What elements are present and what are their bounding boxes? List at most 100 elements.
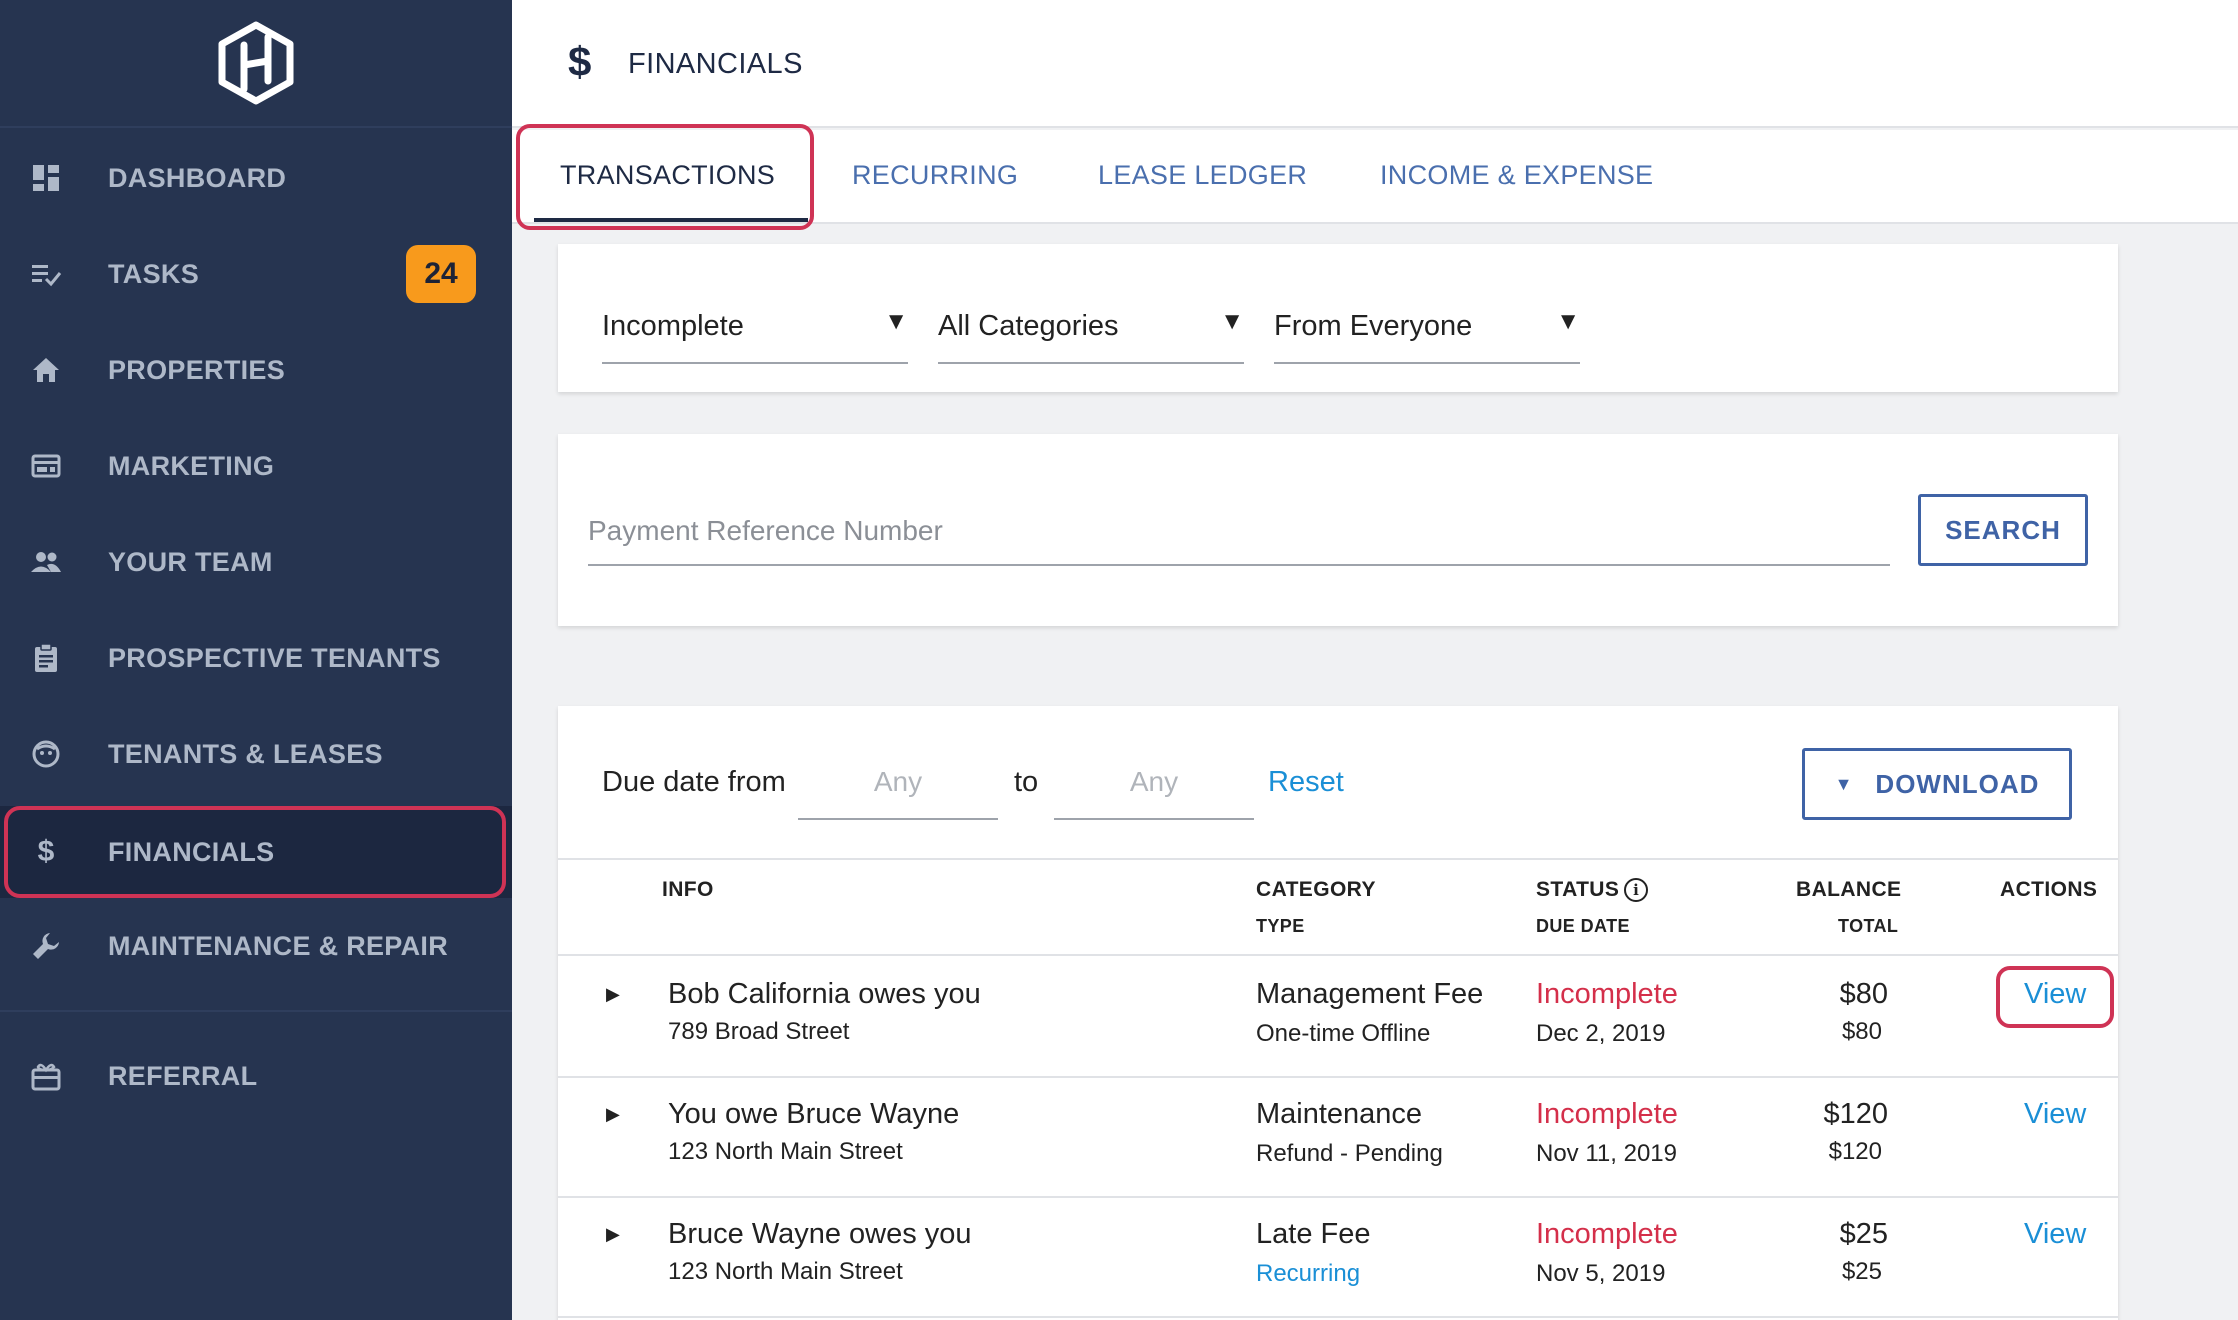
download-button[interactable]: ▼ DOWNLOAD bbox=[1802, 748, 2072, 820]
row-due-date: Nov 11, 2019 bbox=[1536, 1140, 1677, 1167]
home-icon bbox=[30, 354, 62, 386]
sidebar-item-dashboard[interactable]: DASHBOARD bbox=[0, 130, 512, 226]
caret-down-icon: ▼ bbox=[1556, 308, 1580, 335]
view-link[interactable]: View bbox=[2024, 1098, 2086, 1131]
sidebar-item-label: TENANTS & LEASES bbox=[108, 738, 383, 769]
tab-recurring[interactable]: RECURRING bbox=[852, 160, 1018, 191]
due-date-to-field[interactable]: Any bbox=[1054, 758, 1254, 820]
reset-link[interactable]: Reset bbox=[1268, 766, 1344, 799]
header-info: INFO bbox=[662, 878, 714, 901]
row-address: 123 North Main Street bbox=[668, 1138, 903, 1165]
row-address: 789 Broad Street bbox=[668, 1018, 850, 1045]
row-total: $25 bbox=[1841, 1258, 1882, 1285]
status-filter-select[interactable]: Incomplete ▼ bbox=[602, 308, 908, 364]
sidebar-item-label: YOUR TEAM bbox=[108, 546, 273, 577]
row-info: You owe Bruce Wayne bbox=[668, 1098, 960, 1130]
row-balance: $120 bbox=[1823, 1098, 1888, 1130]
row-type: Refund - Pending bbox=[1256, 1140, 1443, 1167]
sidebar-item-label: FINANCIALS bbox=[108, 836, 275, 867]
sidebar-item-tenants-leases[interactable]: TENANTS & LEASES bbox=[0, 706, 512, 802]
sidebar-item-label: PROPERTIES bbox=[108, 354, 286, 385]
status-filter-value: Incomplete bbox=[602, 310, 744, 342]
info-icon[interactable]: i bbox=[1624, 878, 1648, 902]
row-info: Bob California owes you bbox=[668, 978, 981, 1010]
row-info: Bruce Wayne owes you bbox=[668, 1218, 972, 1250]
expand-row-icon[interactable]: ▶ bbox=[606, 1104, 630, 1128]
row-due-date: Nov 5, 2019 bbox=[1536, 1260, 1666, 1287]
sidebar-item-label: PROSPECTIVE TENANTS bbox=[108, 642, 441, 673]
sidebar-item-referral[interactable]: REFERRAL bbox=[0, 1028, 512, 1124]
clipboard-icon bbox=[30, 642, 62, 674]
header-due-date: DUE DATE bbox=[1536, 916, 1630, 936]
dashboard-icon bbox=[30, 162, 62, 194]
caret-down-icon: ▼ bbox=[1220, 308, 1244, 335]
table-row: ▶ You owe Bruce Wayne 123 North Main Str… bbox=[558, 1078, 2118, 1198]
row-type-link[interactable]: Recurring bbox=[1256, 1260, 1360, 1288]
sidebar-item-marketing[interactable]: MARKETING bbox=[0, 418, 512, 514]
row-status: Incomplete bbox=[1536, 978, 1678, 1010]
tasks-icon bbox=[30, 258, 62, 290]
row-category: Maintenance bbox=[1256, 1098, 1423, 1130]
header-total: TOTAL bbox=[1838, 916, 1899, 936]
search-button[interactable]: SEARCH bbox=[1918, 494, 2088, 566]
sidebar-item-label: MAINTENANCE & REPAIR bbox=[108, 930, 449, 961]
table-row: ▶ Bruce Wayne owes you 123 North Main St… bbox=[558, 1198, 2118, 1318]
sidebar-item-maintenance-repair[interactable]: MAINTENANCE & REPAIR bbox=[0, 898, 512, 994]
view-link[interactable]: View bbox=[2024, 978, 2086, 1011]
filter-card: Incomplete ▼ All Categories ▼ From Every… bbox=[558, 244, 2118, 392]
sidebar-item-label: MARKETING bbox=[108, 450, 275, 481]
tab-bar: TRANSACTIONS RECURRING LEASE LEDGER INCO… bbox=[512, 130, 2238, 224]
tab-transactions[interactable]: TRANSACTIONS bbox=[560, 160, 775, 191]
expand-row-icon[interactable]: ▶ bbox=[606, 1224, 630, 1248]
transactions-card: Due date from Any to Any Reset ▼ DOWNLOA… bbox=[558, 706, 2118, 1320]
sidebar-item-label: TASKS bbox=[108, 258, 200, 289]
header-category: CATEGORY bbox=[1256, 878, 1376, 901]
app-logo[interactable] bbox=[0, 0, 512, 128]
tab-lease-ledger[interactable]: LEASE LEDGER bbox=[1098, 160, 1307, 191]
category-filter-select[interactable]: All Categories ▼ bbox=[938, 308, 1244, 364]
page-header: $ FINANCIALS bbox=[512, 0, 2238, 128]
wrench-icon bbox=[30, 930, 62, 962]
row-type: One-time Offline bbox=[1256, 1020, 1431, 1047]
sidebar-item-label: REFERRAL bbox=[108, 1060, 258, 1091]
caret-down-icon: ▼ bbox=[884, 308, 908, 335]
caret-down-icon: ▼ bbox=[1834, 773, 1854, 794]
row-balance: $25 bbox=[1839, 1218, 1888, 1250]
expand-row-icon[interactable]: ▶ bbox=[606, 984, 630, 1008]
row-balance: $80 bbox=[1839, 978, 1888, 1010]
from-filter-value: From Everyone bbox=[1274, 310, 1473, 342]
row-category: Management Fee bbox=[1256, 978, 1484, 1010]
tab-income-expense[interactable]: INCOME & EXPENSE bbox=[1380, 160, 1653, 191]
sidebar-divider bbox=[0, 1010, 512, 1012]
row-address: 123 North Main Street bbox=[668, 1258, 903, 1285]
from-filter-select[interactable]: From Everyone ▼ bbox=[1274, 308, 1580, 364]
due-date-from-field[interactable]: Any bbox=[798, 758, 998, 820]
row-category: Late Fee bbox=[1256, 1218, 1371, 1250]
tasks-count-badge: 24 bbox=[406, 245, 476, 303]
table-header: INFO CATEGORY TYPE STATUS i DUE DATE BAL… bbox=[558, 858, 2118, 956]
dollar-icon: $ bbox=[37, 835, 55, 868]
row-status: Incomplete bbox=[1536, 1218, 1678, 1250]
sidebar-item-properties[interactable]: PROPERTIES bbox=[0, 322, 512, 418]
download-button-label: DOWNLOAD bbox=[1875, 768, 2040, 799]
category-filter-value: All Categories bbox=[938, 310, 1119, 342]
table-row: ▶ Bob California owes you 789 Broad Stre… bbox=[558, 958, 2118, 1078]
to-label: to bbox=[1014, 766, 1039, 798]
sidebar-item-tasks[interactable]: TASKS 24 bbox=[0, 226, 512, 322]
sidebar-item-prospective-tenants[interactable]: PROSPECTIVE TENANTS bbox=[0, 610, 512, 706]
team-icon bbox=[30, 546, 62, 578]
sidebar-item-financials[interactable]: $ FINANCIALS bbox=[0, 806, 512, 898]
header-type: TYPE bbox=[1256, 916, 1305, 936]
due-date-label: Due date from bbox=[602, 766, 786, 798]
marketing-icon bbox=[30, 450, 62, 482]
header-dollar-icon: $ bbox=[568, 38, 592, 85]
sidebar-item-your-team[interactable]: YOUR TEAM bbox=[0, 514, 512, 610]
header-status: STATUS bbox=[1536, 878, 1620, 901]
row-status: Incomplete bbox=[1536, 1098, 1678, 1130]
payment-reference-input[interactable] bbox=[588, 498, 1890, 566]
page-title: FINANCIALS bbox=[628, 48, 803, 80]
sidebar: DASHBOARD TASKS 24 PROPERTIES MARKETING … bbox=[0, 0, 512, 1320]
view-link[interactable]: View bbox=[2024, 1218, 2086, 1251]
row-total: $80 bbox=[1841, 1018, 1882, 1045]
header-actions: ACTIONS bbox=[2000, 878, 2098, 901]
